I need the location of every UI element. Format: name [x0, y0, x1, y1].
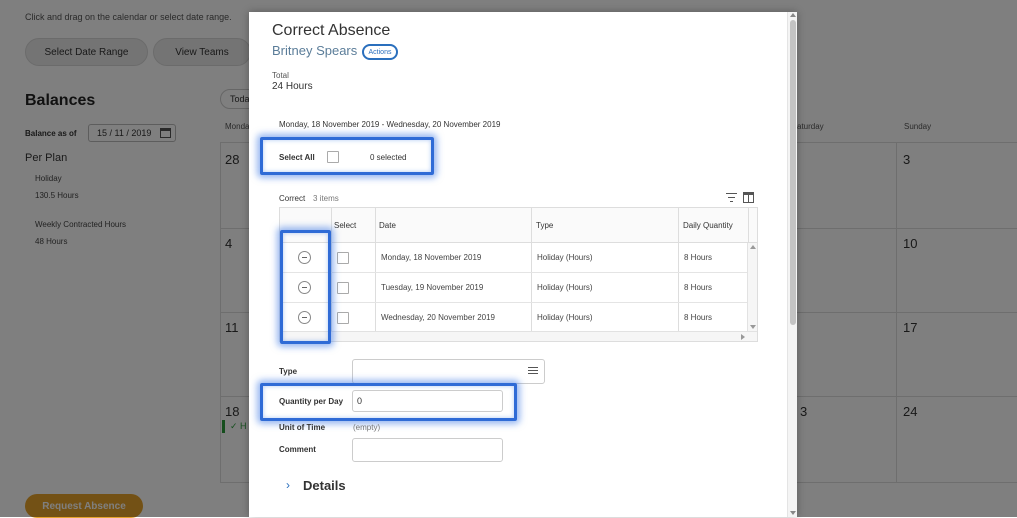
table-row: Wednesday, 20 November 2019 Holiday (Hou… — [280, 303, 748, 332]
details-section-toggle[interactable]: Details — [303, 478, 346, 493]
selected-count: 0 selected — [370, 153, 407, 162]
column-header-daily-quantity[interactable]: Daily Quantity — [683, 221, 733, 230]
total-label: Total — [272, 71, 289, 80]
row-select-checkbox[interactable] — [337, 282, 349, 294]
grid-item-count: 3 items — [313, 194, 339, 203]
total-value: 24 Hours — [272, 81, 313, 92]
scroll-right-icon[interactable] — [741, 334, 745, 340]
type-prompt-input[interactable] — [352, 359, 545, 384]
grid-horizontal-scrollbar[interactable] — [280, 331, 757, 341]
dialog-scroll-thumb[interactable] — [790, 20, 796, 325]
table-row: Monday, 18 November 2019 Holiday (Hours)… — [280, 243, 748, 273]
grid-header-row: Select Date Type Daily Quantity — [280, 208, 757, 243]
dialog-title: Correct Absence — [272, 22, 391, 39]
correct-grid: Select Date Type Daily Quantity Monday, … — [279, 207, 758, 342]
quantity-per-day-input[interactable]: 0 — [352, 390, 503, 412]
comment-input[interactable] — [352, 438, 503, 462]
scroll-down-icon[interactable] — [750, 325, 756, 329]
scroll-up-icon[interactable] — [750, 245, 756, 249]
row-type: Holiday (Hours) — [537, 313, 593, 322]
unit-of-time-label: Unit of Time — [279, 423, 326, 432]
row-date: Monday, 18 November 2019 — [381, 253, 482, 262]
row-type: Holiday (Hours) — [537, 253, 593, 262]
column-header-type[interactable]: Type — [536, 221, 553, 230]
row-select-checkbox[interactable] — [337, 312, 349, 324]
worker-name[interactable]: Britney Spears — [272, 43, 357, 58]
row-daily-quantity: 8 Hours — [684, 253, 713, 262]
row-select-checkbox[interactable] — [337, 252, 349, 264]
row-daily-quantity: 8 Hours — [684, 283, 713, 292]
column-header-select[interactable]: Select — [334, 221, 356, 230]
select-all-label: Select All — [279, 153, 315, 162]
row-actions-highlight — [280, 230, 331, 344]
select-all-checkbox[interactable] — [327, 151, 339, 163]
actions-button[interactable]: Actions — [362, 44, 398, 60]
type-label: Type — [279, 367, 298, 376]
table-row: Tuesday, 19 November 2019 Holiday (Hours… — [280, 273, 748, 303]
chevron-right-icon[interactable]: › — [286, 478, 290, 492]
prompt-list-icon[interactable] — [528, 367, 538, 375]
scroll-down-icon[interactable] — [790, 511, 796, 515]
column-header-date[interactable]: Date — [379, 221, 396, 230]
filter-icon[interactable] — [726, 193, 737, 202]
correct-absence-dialog: Correct Absence Britney Spears Actions T… — [249, 12, 797, 517]
row-date: Wednesday, 20 November 2019 — [381, 313, 495, 322]
row-daily-quantity: 8 Hours — [684, 313, 713, 322]
date-range-text: Monday, 18 November 2019 - Wednesday, 20… — [279, 120, 501, 129]
columns-icon[interactable] — [743, 192, 754, 203]
row-type: Holiday (Hours) — [537, 283, 593, 292]
unit-of-time-value: (empty) — [353, 423, 381, 432]
grid-vertical-scrollbar[interactable] — [747, 243, 757, 331]
row-date: Tuesday, 19 November 2019 — [381, 283, 484, 292]
dialog-scrollbar[interactable] — [787, 12, 797, 517]
scroll-up-icon[interactable] — [790, 13, 796, 17]
quantity-per-day-label: Quantity per Day — [279, 397, 344, 406]
grid-title: Correct — [279, 194, 306, 203]
comment-label: Comment — [279, 445, 316, 454]
